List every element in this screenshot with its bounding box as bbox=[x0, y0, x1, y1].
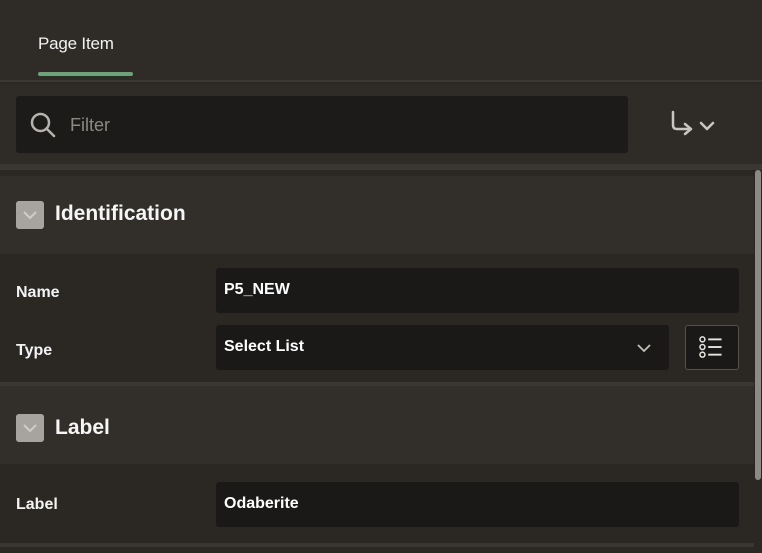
chevron-down-icon bbox=[637, 344, 651, 353]
collapse-checkbox-icon[interactable] bbox=[16, 201, 44, 229]
type-select[interactable]: Select List bbox=[216, 325, 669, 370]
label-section-header[interactable]: Label bbox=[0, 386, 754, 464]
type-value: Select List bbox=[224, 338, 305, 355]
section-title-label: Label bbox=[55, 416, 110, 439]
search-icon bbox=[30, 112, 56, 138]
label-value: Odaberite bbox=[224, 495, 299, 512]
name-value: P5_NEW bbox=[224, 281, 290, 298]
identification-section-header[interactable]: Identification bbox=[0, 176, 754, 254]
section-title-identification: Identification bbox=[55, 202, 186, 225]
scrollbar[interactable] bbox=[754, 170, 762, 553]
filter-placeholder: Filter bbox=[70, 115, 110, 135]
section-divider bbox=[0, 543, 754, 547]
list-icon bbox=[699, 336, 722, 358]
active-tab-indicator bbox=[38, 72, 133, 76]
goto-group-icon[interactable] bbox=[666, 104, 732, 144]
tab-page-item[interactable]: Page Item bbox=[38, 34, 114, 54]
filter-input[interactable]: Filter bbox=[16, 96, 628, 153]
filter-toolbar: Filter bbox=[0, 84, 762, 170]
scrollbar-thumb[interactable] bbox=[755, 170, 761, 480]
property-editor-header: Page Item bbox=[0, 0, 762, 82]
name-field[interactable]: P5_NEW bbox=[216, 268, 739, 313]
label-field-label: Label bbox=[16, 496, 58, 513]
property-panel: Identification Name P5_NEW Type Select L… bbox=[0, 176, 754, 553]
collapse-checkbox-icon[interactable] bbox=[16, 414, 44, 442]
list-of-values-button[interactable] bbox=[685, 325, 739, 370]
name-label: Name bbox=[16, 284, 60, 301]
label-field[interactable]: Odaberite bbox=[216, 482, 739, 527]
type-label: Type bbox=[16, 342, 53, 359]
